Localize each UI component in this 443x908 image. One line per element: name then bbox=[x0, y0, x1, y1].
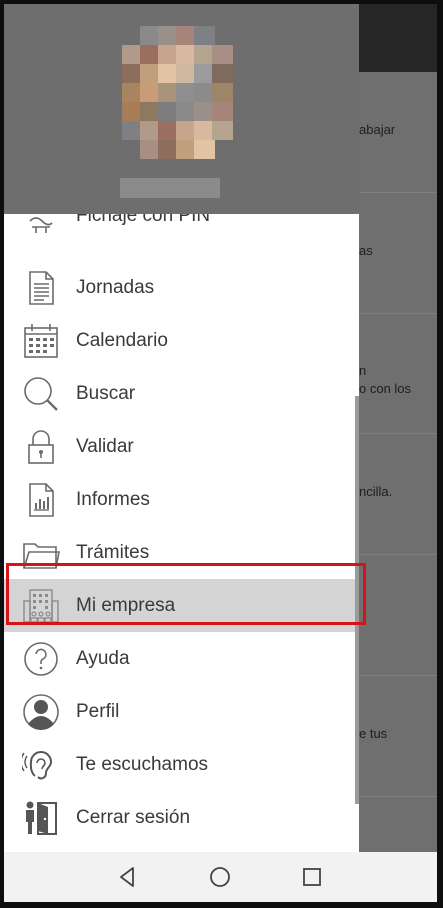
background-text: e tus bbox=[359, 726, 388, 741]
avatar-pixel bbox=[212, 45, 233, 64]
menu-item-label: Cerrar sesión bbox=[76, 807, 191, 828]
menu-item-perfil[interactable]: Perfil bbox=[4, 685, 359, 738]
divider bbox=[359, 313, 437, 314]
divider bbox=[359, 433, 437, 434]
divider bbox=[359, 796, 437, 797]
user-icon bbox=[23, 694, 59, 731]
menu-item-buscar[interactable]: Buscar bbox=[4, 367, 359, 420]
home-icon[interactable] bbox=[207, 864, 233, 890]
menu-item-label: Ayuda bbox=[76, 648, 130, 669]
divider bbox=[359, 554, 437, 555]
recents-icon[interactable] bbox=[299, 864, 325, 890]
menu-item-validar[interactable]: Validar bbox=[4, 420, 359, 473]
avatar-pixel bbox=[194, 26, 215, 45]
navigation-drawer: Fichaje con PIN Jornadas Calendario Busc… bbox=[4, 4, 359, 852]
menu-item-label: Validar bbox=[76, 436, 134, 457]
menu-item-fichaje-pin[interactable]: Fichaje con PIN bbox=[4, 214, 359, 242]
menu-item-label: Calendario bbox=[76, 330, 168, 351]
menu-item-te-escuchamos[interactable]: Te escuchamos bbox=[4, 738, 359, 791]
menu-item-informes[interactable]: Informes bbox=[4, 473, 359, 526]
divider bbox=[359, 192, 437, 193]
menu-item-label: Perfil bbox=[76, 701, 120, 722]
phone-screen: abajar as n o con los ncilla. e tus Fich… bbox=[4, 4, 437, 902]
avatar-pixel bbox=[212, 102, 233, 121]
background-text: ncilla. bbox=[359, 484, 393, 499]
system-navigation-bar bbox=[4, 852, 437, 902]
ear-icon bbox=[22, 751, 53, 780]
menu-item-label: Jornadas bbox=[76, 277, 155, 298]
background-text: n o con los bbox=[359, 363, 412, 396]
drawer-menu-list: Fichaje con PIN Jornadas Calendario Busc… bbox=[4, 214, 359, 852]
selection-highlight-box bbox=[6, 563, 366, 625]
divider bbox=[359, 675, 437, 676]
menu-item-label: Fichaje con PIN bbox=[76, 214, 211, 226]
lock-icon bbox=[28, 430, 54, 464]
help-icon bbox=[24, 642, 58, 676]
user-name-blurred bbox=[120, 178, 220, 198]
search-icon bbox=[24, 377, 58, 411]
avatar-pixel bbox=[212, 64, 233, 83]
menu-item-label: Te escuchamos bbox=[76, 754, 209, 775]
drawer-header bbox=[4, 4, 359, 214]
avatar-pixel bbox=[212, 121, 233, 140]
fingerprint-icon bbox=[29, 217, 53, 233]
menu-item-ayuda[interactable]: Ayuda bbox=[4, 632, 359, 685]
logout-icon bbox=[26, 801, 57, 835]
document-icon bbox=[29, 271, 54, 305]
avatar-pixel bbox=[194, 140, 215, 159]
back-icon[interactable] bbox=[115, 864, 141, 890]
background-text: abajar bbox=[359, 122, 396, 137]
report-icon bbox=[29, 483, 54, 517]
menu-item-calendario[interactable]: Calendario bbox=[4, 314, 359, 367]
menu-item-cerrar-sesion[interactable]: Cerrar sesión bbox=[4, 791, 359, 844]
avatar-pixel bbox=[212, 83, 233, 102]
background-text: as bbox=[359, 243, 373, 258]
menu-item-jornadas[interactable]: Jornadas bbox=[4, 261, 359, 314]
calendar-icon bbox=[24, 324, 58, 358]
menu-item-label: Informes bbox=[76, 489, 150, 510]
menu-item-label: Buscar bbox=[76, 383, 136, 404]
